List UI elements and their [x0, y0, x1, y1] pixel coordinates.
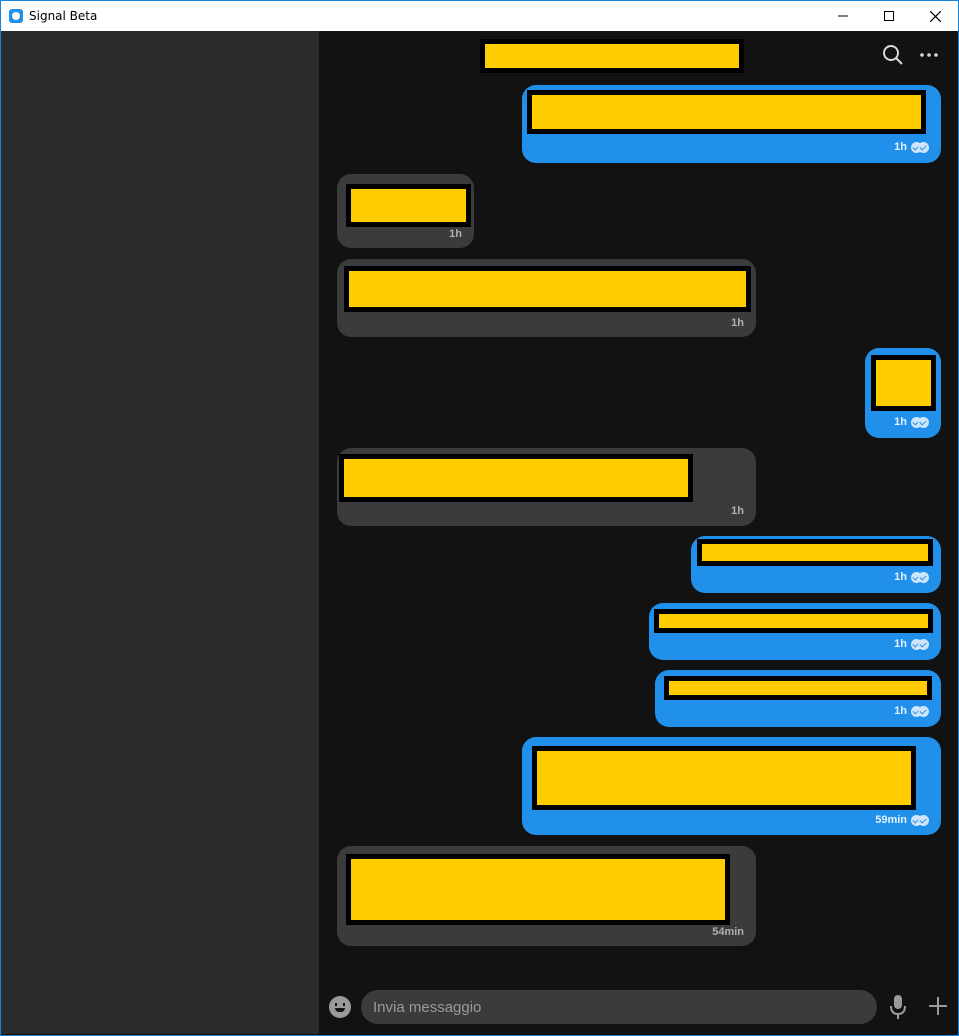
more-icon — [920, 53, 938, 57]
message-time: 1h — [449, 228, 462, 240]
redacted-text — [527, 90, 926, 134]
redacted-text — [871, 355, 936, 411]
message-time: 1h — [894, 416, 907, 428]
message-bubble-incoming[interactable]: 1h — [337, 448, 756, 526]
plus-icon[interactable] — [927, 995, 949, 1017]
message-bubble-outgoing[interactable]: 1h — [649, 603, 941, 660]
message-bubble-incoming[interactable]: 1h — [337, 174, 474, 248]
message-meta: 1h — [894, 141, 929, 153]
message-meta: 1h — [731, 505, 744, 517]
message-meta: 59min — [875, 814, 929, 826]
message-time: 1h — [894, 141, 907, 153]
message-meta: 1h — [449, 228, 462, 240]
double-check-icon — [911, 416, 929, 428]
redacted-text — [344, 266, 751, 312]
message-time: 1h — [894, 571, 907, 583]
search-icon — [883, 45, 903, 65]
double-check-icon — [911, 705, 929, 717]
maximize-icon — [884, 11, 894, 21]
maximize-button[interactable] — [866, 1, 912, 31]
message-time: 1h — [894, 705, 907, 717]
message-time: 1h — [731, 505, 744, 517]
message-meta: 1h — [894, 638, 929, 650]
message-bubble-incoming[interactable]: 54min — [337, 846, 756, 946]
message-time: 1h — [894, 638, 907, 650]
emoji-icon[interactable] — [329, 996, 351, 1018]
redacted-text — [664, 676, 932, 700]
redacted-text — [654, 609, 933, 633]
minimize-icon — [838, 15, 848, 17]
double-check-icon — [911, 571, 929, 583]
message-bubble-outgoing[interactable]: 1h — [655, 670, 941, 727]
message-input[interactable] — [361, 990, 877, 1024]
minimize-button[interactable] — [820, 1, 866, 31]
redacted-text — [339, 454, 693, 502]
search-button[interactable] — [881, 43, 905, 67]
conversation-panel: 1h 1h 1h 1h 1h 1h 1h 1h 59min 54min Invi… — [319, 31, 958, 1034]
double-check-icon — [911, 141, 929, 153]
message-meta: 1h — [894, 705, 929, 717]
message-bubble-incoming[interactable]: 1h — [337, 259, 756, 337]
close-button[interactable] — [912, 1, 958, 31]
double-check-icon — [911, 638, 929, 650]
redacted-text — [697, 539, 933, 566]
more-options-button[interactable] — [917, 43, 941, 67]
conversation-title-redacted — [480, 39, 744, 73]
message-time: 59min — [875, 814, 907, 826]
title-bar: Signal Beta — [1, 1, 958, 31]
message-time: 1h — [731, 317, 744, 329]
microphone-icon[interactable] — [889, 994, 907, 1020]
message-time: 54min — [712, 926, 744, 938]
signal-app-icon — [9, 9, 23, 23]
redacted-text — [346, 854, 730, 925]
redacted-text — [532, 746, 916, 810]
message-bubble-outgoing[interactable]: 59min — [522, 737, 941, 835]
message-meta: 54min — [712, 926, 744, 938]
message-composer — [319, 986, 958, 1034]
message-meta: 1h — [731, 317, 744, 329]
redacted-text — [346, 184, 471, 227]
message-bubble-outgoing[interactable]: 1h — [865, 348, 941, 438]
message-bubble-outgoing[interactable]: 1h — [691, 536, 941, 593]
message-meta: 1h — [894, 571, 929, 583]
close-icon — [929, 10, 941, 22]
message-bubble-outgoing[interactable]: 1h — [522, 85, 941, 163]
signal-window: Signal Beta 1h 1h 1h 1h 1h 1h 1h 1h 59mi… — [0, 0, 959, 1036]
message-meta: 1h — [894, 416, 929, 428]
window-title: Signal Beta — [29, 9, 98, 23]
double-check-icon — [911, 814, 929, 826]
conversation-sidebar — [1, 31, 319, 1034]
